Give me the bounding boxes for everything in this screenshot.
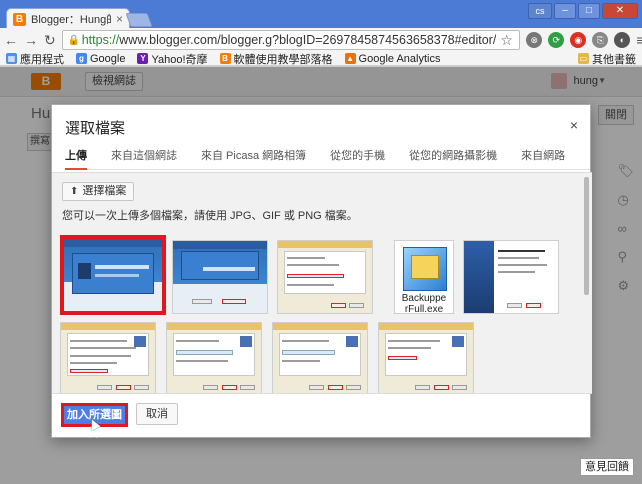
back-icon[interactable]: ← [4, 32, 18, 48]
image-thumbnail[interactable] [378, 322, 474, 393]
image-thumbnail[interactable]: BackupperFull.exe [394, 240, 454, 314]
browser-toolbar: ← → ↻ 🔒 https://www.blogger.com/blogger.… [0, 28, 642, 52]
star-icon[interactable]: ☆ [500, 33, 514, 47]
image-thumbnail[interactable] [60, 235, 166, 315]
image-thumbnail[interactable] [60, 322, 156, 393]
bookmark-other[interactable]: ▭ 其他書籤 [578, 51, 636, 67]
tab-close-icon[interactable]: × [116, 12, 123, 26]
close-icon[interactable]: × [570, 117, 578, 133]
browser-tab[interactable]: B Blogger：Hung的歡迎頁 × [6, 8, 130, 29]
extension-icon[interactable]: ⟳ [548, 32, 565, 48]
image-thumbnail[interactable] [172, 240, 268, 314]
feedback-button[interactable]: 意見回饋 [580, 458, 634, 476]
tab-from-this-blog[interactable]: 來自這個網誌 [111, 148, 177, 170]
dialog-title: 選取檔案 [65, 120, 126, 137]
address-bar[interactable]: 🔒 https://www.blogger.com/blogger.g?blog… [61, 30, 521, 50]
bookmark-yahoo[interactable]: Y Yahoo!奇摩 [137, 51, 208, 67]
google-icon: g [76, 53, 87, 64]
image-thumbnail[interactable] [277, 240, 373, 314]
image-thumbnail[interactable] [272, 322, 368, 393]
image-thumbnail[interactable] [463, 240, 559, 314]
profile-button[interactable]: cs [528, 3, 552, 19]
blogger-icon: B [219, 53, 231, 64]
upload-icon: ⬆ [70, 186, 79, 197]
bookmark-apps[interactable]: ▦ 應用程式 [6, 51, 64, 67]
yahoo-icon: Y [137, 53, 149, 64]
maximize-icon[interactable]: □ [578, 3, 600, 19]
reload-icon[interactable]: ↻ [44, 32, 56, 48]
new-tab-button[interactable] [125, 13, 153, 27]
folder-icon: ▭ [578, 53, 589, 64]
tab-phone[interactable]: 從您的手機 [330, 148, 385, 170]
url-text: https://www.blogger.com/blogger.g?blogID… [81, 33, 497, 47]
extension-icon[interactable]: ◉ [570, 32, 587, 48]
choose-files-button[interactable]: ⬆ 選擇檔案 [62, 182, 135, 201]
scrollbar-thumb[interactable] [584, 177, 589, 295]
bookmark-blog[interactable]: B 軟體使用教學部落格 [219, 51, 333, 67]
image-filename: BackupperFull.exe [401, 293, 447, 314]
browser-titlebar: B Blogger：Hung的歡迎頁 × cs – □ ✕ [0, 0, 642, 29]
upload-panel: ⬆ 選擇檔案 您可以一次上傳多個檔案，請使用 JPG、GIF 或 PNG 檔案。… [52, 172, 592, 394]
image-thumbnail[interactable] [166, 322, 262, 393]
forward-icon[interactable]: → [24, 32, 38, 48]
dialog-footer: 加入所選圖片 取消 [52, 395, 592, 439]
tab-picasa[interactable]: 來自 Picasa 網路相簿 [201, 148, 306, 170]
extension-icon[interactable]: ⎘ [592, 32, 609, 48]
upload-hint: 您可以一次上傳多個檔案，請使用 JPG、GIF 或 PNG 檔案。 [62, 210, 358, 222]
select-file-dialog: 選取檔案 × 上傳 來自這個網誌 來自 Picasa 網路相簿 從您的手機 從您… [51, 104, 592, 439]
lock-icon: 🔒 [67, 34, 81, 46]
chrome-menu-icon[interactable]: ≡ [636, 33, 642, 47]
extension-icon[interactable]: ◐ [614, 32, 631, 48]
minimize-icon[interactable]: – [554, 3, 576, 19]
tab-title: Blogger：Hung的歡迎頁 [31, 14, 111, 26]
dialog-tabs: 上傳 來自這個網誌 來自 Picasa 網路相簿 從您的手機 從您的網路攝影機 … [65, 148, 590, 170]
extension-icon[interactable]: ⊗ [526, 32, 543, 48]
bookmark-google[interactable]: g Google [76, 53, 125, 65]
bookmarks-bar: ▦ 應用程式 g Google Y Yahoo!奇摩 B 軟體使用教學部落格 ▲ Goog… [0, 52, 642, 66]
blogger-favicon-icon: B [13, 12, 26, 26]
window-close-icon[interactable]: ✕ [602, 3, 638, 19]
cancel-button[interactable]: 取消 [136, 403, 178, 425]
tab-webcam[interactable]: 從您的網路攝影機 [409, 148, 497, 170]
bookmark-analytics[interactable]: ▲ Google Analytics [344, 53, 440, 65]
tab-upload[interactable]: 上傳 [65, 148, 87, 170]
apps-icon: ▦ [6, 53, 17, 64]
tab-from-url[interactable]: 來自網路 [521, 148, 565, 170]
window-controls: cs – □ ✕ [528, 3, 638, 19]
analytics-icon: ▲ [344, 53, 356, 64]
